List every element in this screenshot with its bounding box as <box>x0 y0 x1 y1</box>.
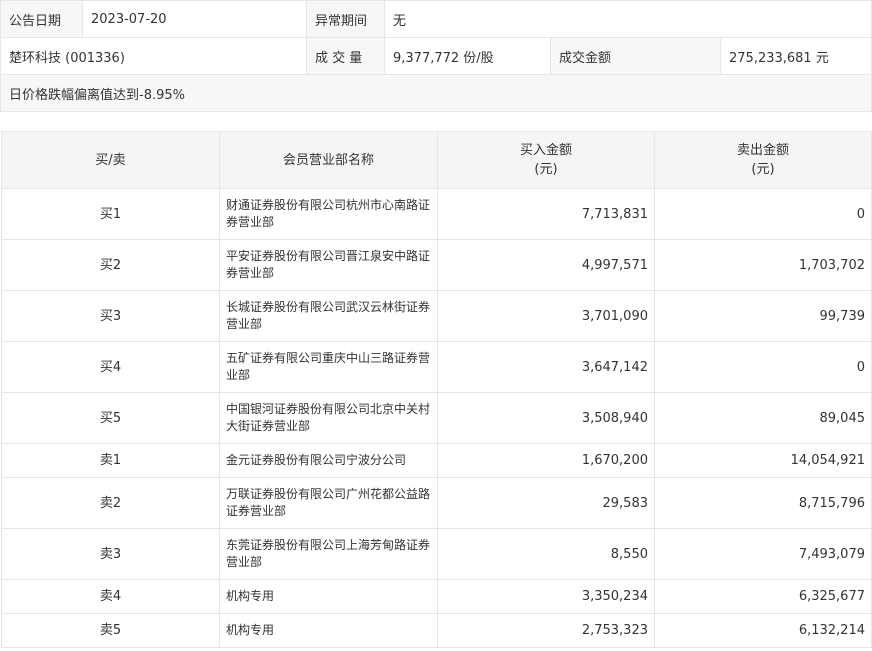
table-row: 买1 财通证券股份有限公司杭州市心南路证券营业部 7,713,831 0 <box>1 188 872 240</box>
table-row: 卖5 机构专用 2,753,323 6,132,214 <box>1 613 872 648</box>
header-buy-amount-unit: (元) <box>534 162 558 177</box>
volume-value: 9,377,772 份/股 <box>384 37 551 75</box>
trading-details-table: 买/卖 会员营业部名称 买入金额 (元) 卖出金额 (元) 买1 财通证券股份有限公… <box>1 131 872 648</box>
row-sell-amount: 6,132,214 <box>654 613 872 648</box>
row-branch-name: 长城证券股份有限公司武汉云林街证券营业部 <box>219 290 438 342</box>
date-value: 2023-07-20 <box>82 0 307 38</box>
row-branch-name: 金元证券股份有限公司宁波分公司 <box>219 443 438 478</box>
row-buy-amount: 3,350,234 <box>437 579 655 614</box>
table-row: 卖2 万联证券股份有限公司广州花都公益路证券营业部 29,583 8,715,7… <box>1 477 872 529</box>
row-buy-amount: 2,753,323 <box>437 613 655 648</box>
header-sell-amount: 卖出金额 (元) <box>654 131 872 189</box>
table-row: 卖1 金元证券股份有限公司宁波分公司 1,670,200 14,054,921 <box>1 443 872 478</box>
row-sell-amount: 89,045 <box>654 392 872 444</box>
row-side: 卖5 <box>1 613 220 648</box>
table-header-row: 买/卖 会员营业部名称 买入金额 (元) 卖出金额 (元) <box>1 131 872 189</box>
info-row-stock: 楚环科技 (001336) 成 交 量 9,377,772 份/股 成交金额 2… <box>0 37 872 75</box>
deviation-note: 日价格跌幅偏离值达到-8.95% <box>0 74 872 112</box>
row-sell-amount: 6,325,677 <box>654 579 872 614</box>
row-buy-amount: 7,713,831 <box>437 188 655 240</box>
row-sell-amount: 8,715,796 <box>654 477 872 529</box>
header-buy-amount: 买入金额 (元) <box>437 131 655 189</box>
row-side: 买4 <box>1 341 220 393</box>
row-branch-name: 机构专用 <box>219 613 438 648</box>
amount-label: 成交金额 <box>550 37 721 75</box>
period-value: 无 <box>383 0 872 38</box>
row-branch-name: 五矿证券有限公司重庆中山三路证券营业部 <box>219 341 438 393</box>
date-label: 公告日期 <box>0 0 83 38</box>
table-row: 买4 五矿证券有限公司重庆中山三路证券营业部 3,647,142 0 <box>1 341 872 393</box>
row-buy-amount: 3,647,142 <box>437 341 655 393</box>
header-branch-name: 会员营业部名称 <box>219 131 438 189</box>
table-row: 买3 长城证券股份有限公司武汉云林街证券营业部 3,701,090 99,739 <box>1 290 872 342</box>
row-side: 买5 <box>1 392 220 444</box>
row-branch-name: 平安证券股份有限公司晋江泉安中路证券营业部 <box>219 239 438 291</box>
row-branch-name: 东莞证券股份有限公司上海芳甸路证券营业部 <box>219 528 438 580</box>
row-buy-amount: 29,583 <box>437 477 655 529</box>
row-sell-amount: 0 <box>654 341 872 393</box>
table-row: 卖4 机构专用 3,350,234 6,325,677 <box>1 579 872 614</box>
stock-name: 楚环科技 (001336) <box>0 37 307 75</box>
header-buy-amount-title: 买入金额 <box>519 143 572 158</box>
row-side: 卖4 <box>1 579 220 614</box>
header-sell-amount-title: 卖出金额 <box>736 143 789 158</box>
row-buy-amount: 3,701,090 <box>437 290 655 342</box>
info-row-date: 公告日期 2023-07-20 异常期间 无 <box>0 0 872 38</box>
row-sell-amount: 7,493,079 <box>654 528 872 580</box>
row-branch-name: 中国银河证券股份有限公司北京中关村大街证券营业部 <box>219 392 438 444</box>
row-side: 卖2 <box>1 477 220 529</box>
header-sell-amount-unit: (元) <box>751 162 775 177</box>
row-buy-amount: 3,508,940 <box>437 392 655 444</box>
row-side: 卖1 <box>1 443 220 478</box>
row-branch-name: 财通证券股份有限公司杭州市心南路证券营业部 <box>219 188 438 240</box>
row-sell-amount: 14,054,921 <box>654 443 872 478</box>
row-side: 买3 <box>1 290 220 342</box>
row-sell-amount: 1,703,702 <box>654 239 872 291</box>
row-sell-amount: 0 <box>654 188 872 240</box>
info-row-note: 日价格跌幅偏离值达到-8.95% <box>0 74 872 112</box>
table-row: 买2 平安证券股份有限公司晋江泉安中路证券营业部 4,997,571 1,703… <box>1 239 872 291</box>
volume-label: 成 交 量 <box>306 37 385 75</box>
table-row: 卖3 东莞证券股份有限公司上海芳甸路证券营业部 8,550 7,493,079 <box>1 528 872 580</box>
row-side: 卖3 <box>1 528 220 580</box>
announcement-info-table: 公告日期 2023-07-20 异常期间 无 楚环科技 (001336) 成 交… <box>0 0 872 112</box>
row-side: 买2 <box>1 239 220 291</box>
row-buy-amount: 1,670,200 <box>437 443 655 478</box>
row-branch-name: 机构专用 <box>219 579 438 614</box>
table-row: 买5 中国银河证券股份有限公司北京中关村大街证券营业部 3,508,940 89… <box>1 392 872 444</box>
amount-value: 275,233,681 元 <box>719 37 872 75</box>
row-buy-amount: 4,997,571 <box>437 239 655 291</box>
row-branch-name: 万联证券股份有限公司广州花都公益路证券营业部 <box>219 477 438 529</box>
row-buy-amount: 8,550 <box>437 528 655 580</box>
row-side: 买1 <box>1 188 220 240</box>
period-label: 异常期间 <box>306 0 385 38</box>
header-side: 买/卖 <box>1 131 220 189</box>
row-sell-amount: 99,739 <box>654 290 872 342</box>
